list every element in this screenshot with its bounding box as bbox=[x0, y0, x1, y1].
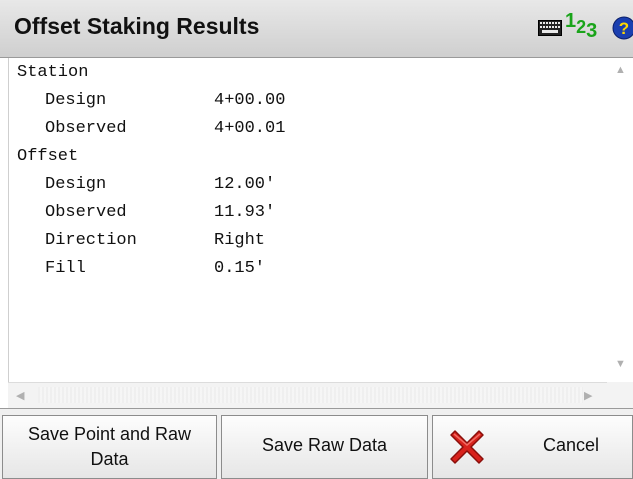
scroll-corner bbox=[607, 382, 633, 408]
numeric-input-icon[interactable]: 123 bbox=[565, 10, 597, 42]
offset-observed-label: Observed bbox=[45, 203, 127, 222]
scroll-right-icon[interactable]: ▶ bbox=[584, 389, 592, 402]
save-raw-data-button[interactable]: Save Raw Data bbox=[221, 415, 428, 479]
scroll-track[interactable] bbox=[38, 387, 583, 403]
scroll-up-icon[interactable]: ▲ bbox=[615, 64, 626, 76]
offset-fill-value: 0.15' bbox=[214, 259, 266, 278]
offset-design-label: Design bbox=[45, 175, 107, 194]
results-panel: Station Design 4+00.00 Observed 4+00.01 … bbox=[8, 58, 633, 382]
offset-design-value: 12.00' bbox=[214, 175, 276, 194]
horizontal-scrollbar[interactable]: ◀ ▶ bbox=[8, 382, 607, 408]
station-heading: Station bbox=[17, 63, 89, 82]
svg-text:?: ? bbox=[619, 19, 629, 38]
title-bar: Offset Staking Results 123 ? bbox=[0, 0, 633, 58]
station-observed-value: 4+00.01 bbox=[214, 119, 286, 138]
keyboard-icon[interactable] bbox=[538, 20, 562, 36]
save-raw-data-label: Save Raw Data bbox=[261, 435, 388, 455]
button-bar: Save Point and Raw Data Save Raw Data Can… bbox=[0, 408, 633, 479]
offset-observed-value: 11.93' bbox=[214, 203, 276, 222]
scroll-down-icon[interactable]: ▼ bbox=[615, 358, 626, 370]
window-title: Offset Staking Results bbox=[14, 13, 260, 39]
offset-direction-label: Direction bbox=[45, 231, 137, 250]
station-observed-label: Observed bbox=[45, 119, 127, 138]
offset-heading: Offset bbox=[17, 147, 79, 166]
station-design-label: Design bbox=[45, 91, 107, 110]
save-point-and-raw-data-button[interactable]: Save Point and Raw Data bbox=[2, 415, 217, 479]
cancel-button[interactable]: Cancel bbox=[432, 415, 633, 479]
cancel-label: Cancel bbox=[543, 435, 600, 455]
vertical-scrollbar[interactable]: ▲ ▼ bbox=[607, 58, 633, 382]
offset-fill-label: Fill bbox=[45, 259, 86, 278]
offset-direction-value: Right bbox=[214, 231, 266, 250]
help-icon[interactable]: ? bbox=[612, 16, 633, 40]
station-design-value: 4+00.00 bbox=[214, 91, 286, 110]
scroll-left-icon[interactable]: ◀ bbox=[16, 389, 24, 402]
cancel-x-icon bbox=[450, 430, 484, 464]
